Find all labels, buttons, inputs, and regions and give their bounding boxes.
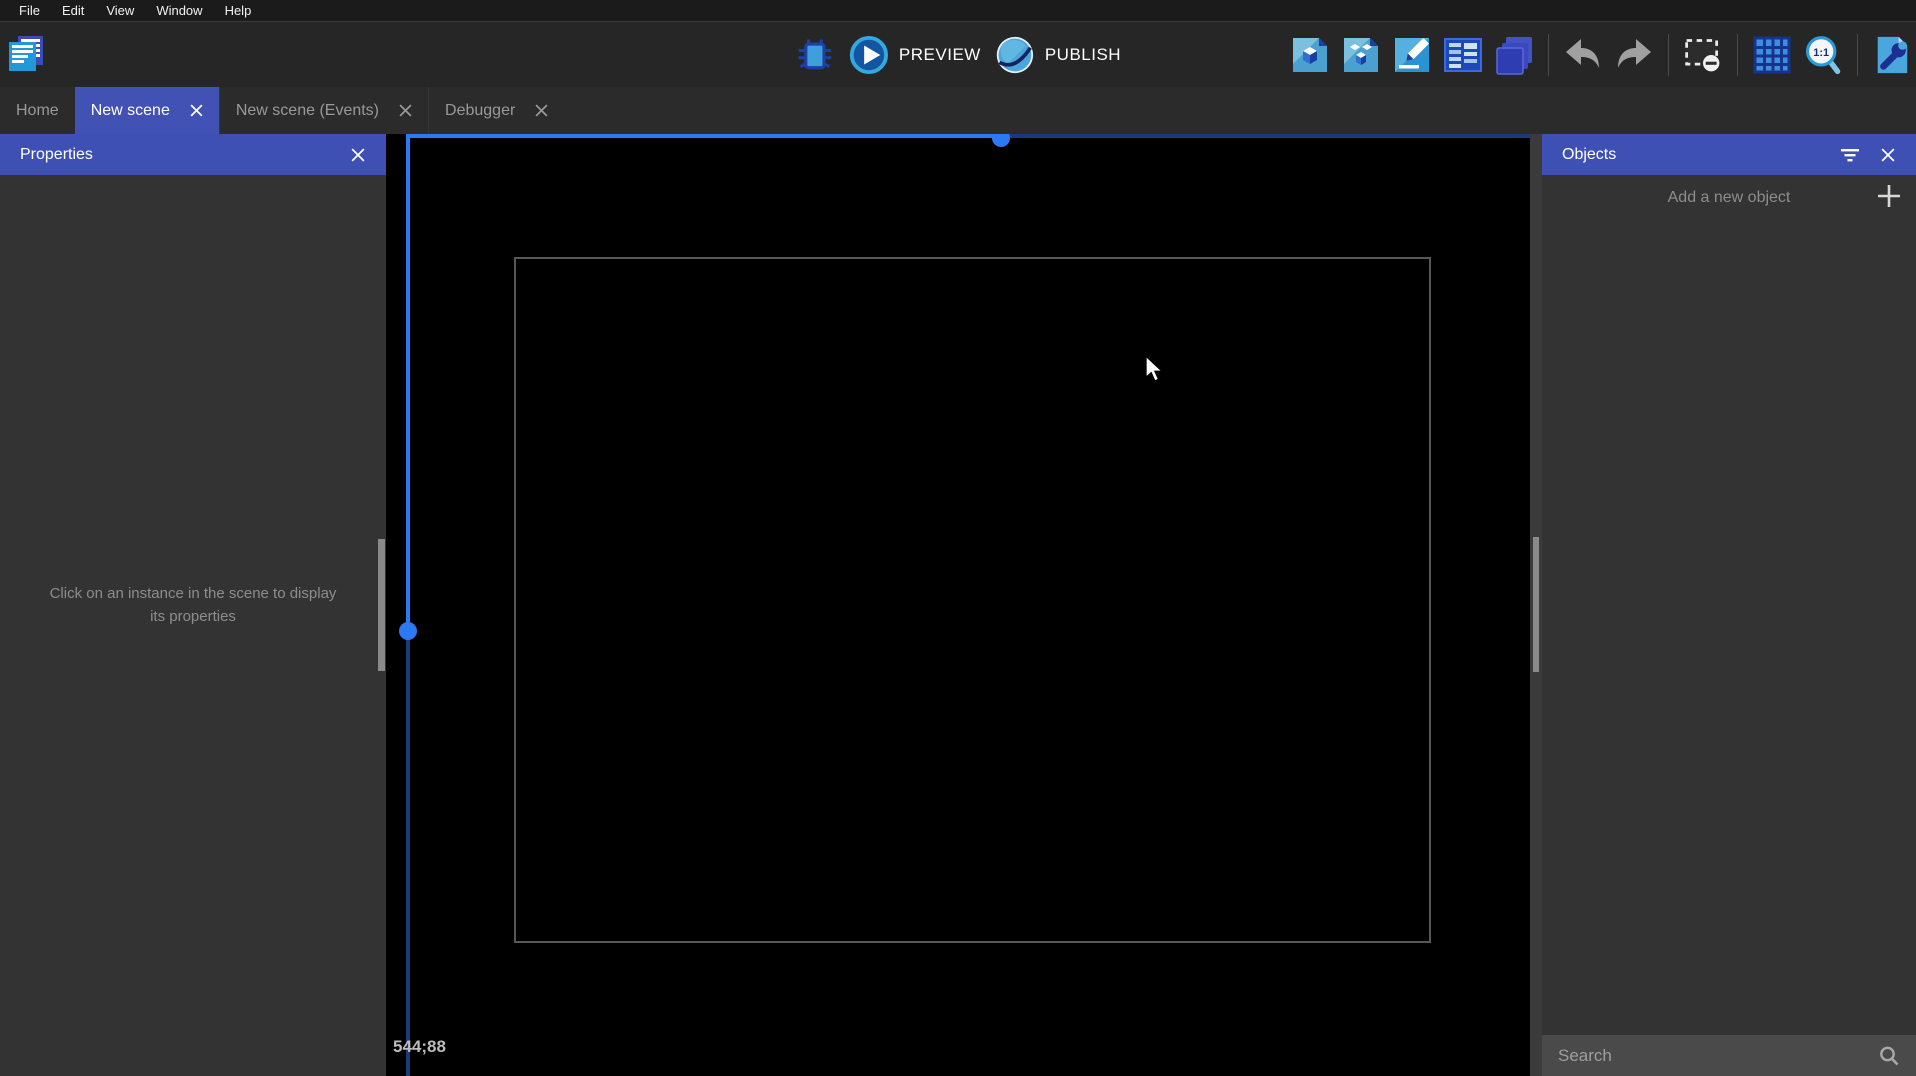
tab-home[interactable]: Home: [0, 87, 75, 134]
menu-bar: File Edit View Window Help: [0, 0, 1916, 22]
grid-icon[interactable]: [1752, 35, 1792, 75]
selection-edge-left-far: [406, 631, 410, 1076]
menu-file[interactable]: File: [8, 3, 51, 18]
selection-resize-handle-top[interactable]: [992, 134, 1010, 147]
add-object-label: Add a new object: [1668, 189, 1791, 207]
objects-panel-header: Objects: [1542, 134, 1916, 175]
publish-globe-icon: [995, 35, 1035, 75]
instances-list-icon[interactable]: [1443, 35, 1483, 75]
publish-button[interactable]: PUBLISH: [995, 35, 1121, 75]
close-icon[interactable]: [399, 104, 412, 117]
filter-icon[interactable]: [1836, 134, 1864, 175]
preview-button[interactable]: PREVIEW: [849, 35, 981, 75]
preview-play-icon: [849, 35, 889, 75]
properties-empty-hint: Click on an instance in the scene to dis…: [0, 582, 386, 629]
tab-label: Debugger: [445, 102, 515, 120]
properties-panel-title: Properties: [20, 146, 93, 164]
toolbar-separator: [1548, 34, 1549, 76]
menu-view[interactable]: View: [95, 3, 145, 18]
objects-panel-title: Objects: [1562, 146, 1616, 164]
toolbar-separator: [1857, 34, 1858, 76]
window-mask-icon[interactable]: [1683, 35, 1723, 75]
gdevelop-window: File Edit View Window Help: [0, 0, 1916, 1076]
publish-label: PUBLISH: [1045, 45, 1121, 65]
objects-editor-icon[interactable]: [1290, 35, 1330, 75]
debugger-bug-icon[interactable]: [795, 35, 835, 75]
zoom-one-to-one-icon[interactable]: 1:1: [1803, 35, 1843, 75]
properties-pencil-icon[interactable]: [1392, 35, 1432, 75]
tab-label: Home: [16, 102, 59, 120]
add-object-button[interactable]: Add a new object: [1542, 175, 1916, 221]
scrollbar-thumb[interactable]: [1533, 537, 1539, 672]
project-manager-icon[interactable]: [6, 33, 46, 73]
canvas-vertical-scrollbar[interactable]: [1530, 134, 1542, 1076]
close-icon[interactable]: [535, 104, 548, 117]
game-window-frame: [514, 257, 1431, 943]
preview-label: PREVIEW: [899, 45, 981, 65]
tab-label: New scene (Events): [236, 102, 379, 120]
close-icon[interactable]: [344, 134, 372, 175]
main-toolbar: PREVIEW PUBLISH: [0, 22, 1916, 87]
undo-icon[interactable]: [1563, 35, 1603, 75]
menu-help[interactable]: Help: [214, 3, 263, 18]
properties-scrollbar[interactable]: [378, 539, 385, 671]
menu-edit[interactable]: Edit: [51, 3, 95, 18]
tab-new-scene-events[interactable]: New scene (Events): [219, 87, 428, 134]
close-icon[interactable]: [190, 104, 203, 117]
close-icon[interactable]: [1874, 134, 1902, 175]
toolbar-separator: [1737, 34, 1738, 76]
selection-edge-top: [406, 134, 1001, 138]
svg-text:1:1: 1:1: [1813, 46, 1829, 58]
plus-icon[interactable]: [1876, 183, 1902, 214]
objects-panel: Objects Add a new object: [1542, 134, 1916, 1076]
objects-search-bar: [1542, 1035, 1916, 1076]
cursor-coordinates: 544;88: [393, 1037, 446, 1057]
layers-icon[interactable]: [1494, 35, 1534, 75]
properties-panel: Properties Click on an instance in the s…: [0, 134, 386, 1076]
menu-window[interactable]: Window: [145, 3, 213, 18]
selection-edge-top-far: [1001, 134, 1530, 138]
tab-new-scene[interactable]: New scene: [75, 87, 219, 134]
scene-canvas[interactable]: 544;88: [386, 134, 1530, 1076]
tab-label: New scene: [91, 102, 170, 120]
properties-panel-header: Properties: [0, 134, 386, 175]
settings-wrench-icon[interactable]: [1872, 35, 1912, 75]
object-groups-icon[interactable]: [1341, 35, 1381, 75]
redo-icon[interactable]: [1614, 35, 1654, 75]
selection-edge-left: [406, 134, 410, 631]
search-icon[interactable]: [1878, 1045, 1900, 1067]
mouse-cursor: [1143, 356, 1165, 387]
editor-tab-bar: Home New scene New scene (Events) Debugg…: [0, 87, 1916, 134]
search-input[interactable]: [1558, 1046, 1878, 1066]
toolbar-separator: [1668, 34, 1669, 76]
selection-resize-handle-left[interactable]: [399, 622, 417, 640]
tab-debugger[interactable]: Debugger: [428, 87, 564, 134]
